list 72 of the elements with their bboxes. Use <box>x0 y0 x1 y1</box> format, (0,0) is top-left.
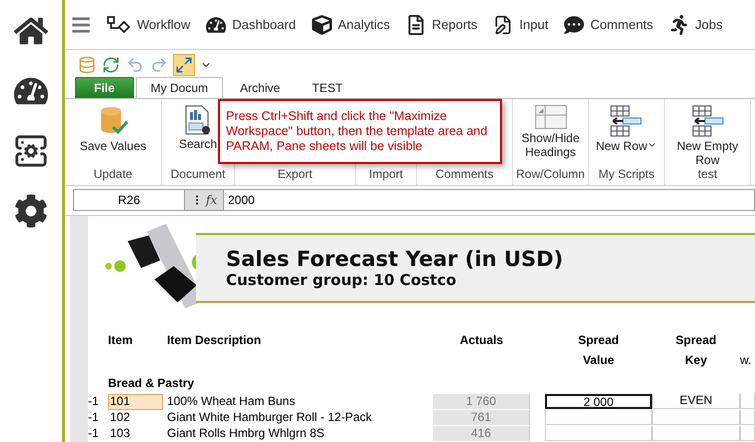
table-cell-text: Giant Rolls Hmbrg Whlgrn 8S <box>167 426 326 442</box>
cube-icon <box>312 14 332 35</box>
insert-row-icon <box>609 105 644 137</box>
maximize-icon[interactable] <box>173 54 195 76</box>
column-header: Spread <box>674 332 718 349</box>
file-button[interactable]: File <box>75 77 134 98</box>
column-header: Key <box>684 352 708 369</box>
input-cell[interactable] <box>545 410 652 425</box>
level-number: -1 <box>88 426 100 442</box>
tooltip: Press Ctrl+Shift and click the "Maximize Workspace" button, then the template area and PARAM, Pane sheets will be visible <box>218 99 502 164</box>
level-number: -1 <box>88 394 100 410</box>
table-cell: 761 <box>433 410 530 426</box>
group-label: Import <box>368 167 403 183</box>
group-label: Export <box>278 167 312 183</box>
nav-item[interactable]: Workflow <box>107 16 190 34</box>
group-label: Row/Column <box>516 167 585 183</box>
group-label: Document <box>170 167 226 183</box>
ribbon-button[interactable]: Save Values <box>78 105 148 153</box>
input-cell[interactable] <box>740 426 755 441</box>
ribbon-tab[interactable]: My Docum <box>136 77 224 98</box>
input-cell[interactable]: EVEN <box>652 394 740 409</box>
document-icon <box>406 14 426 35</box>
runner-icon <box>669 14 690 35</box>
ribbon-button[interactable]: New Empty Row <box>670 105 746 167</box>
ribbon-button[interactable]: New Row <box>594 105 660 153</box>
gauge-icon <box>206 14 226 35</box>
sheet-subtitle: Customer group: 10 Costco <box>226 271 458 289</box>
column-header: Item <box>108 332 134 349</box>
table-cell-text: 103 <box>109 426 132 442</box>
input-cell[interactable] <box>740 410 755 425</box>
ribbon-button[interactable]: Show/Hide Headings <box>513 105 588 159</box>
group-label: My Scripts <box>598 167 654 183</box>
sheet-headings-icon <box>534 105 566 129</box>
ribbon-tab[interactable]: Archive <box>225 77 296 98</box>
table-cell: 101 <box>108 394 163 410</box>
nav-item[interactable]: Reports <box>406 14 478 35</box>
section-label: Bread & Pastry <box>108 376 196 390</box>
menu-icon[interactable] <box>71 14 91 35</box>
nav-item[interactable]: Comments <box>564 14 654 35</box>
table-cell-text: 102 <box>109 410 132 426</box>
ribbon-button[interactable]: Search <box>176 105 220 151</box>
column-header: Spread <box>577 332 620 349</box>
workflow-icon <box>107 16 131 34</box>
formula-value: 2000 <box>227 193 255 207</box>
sheet-title: Sales Forecast Year (in USD) <box>226 247 564 271</box>
input-cell[interactable] <box>652 410 740 425</box>
table-cell-text: Giant White Hamburger Roll - 12-Pack <box>167 410 373 426</box>
column-header: Actuals <box>458 332 504 349</box>
refresh-icon[interactable] <box>101 54 121 75</box>
group-label: Update <box>94 167 132 183</box>
nav-item[interactable]: Input <box>493 14 548 35</box>
chat-icon <box>564 14 584 35</box>
input-cell[interactable] <box>740 394 755 409</box>
table-cell: 416 <box>433 426 530 442</box>
report-search-icon <box>184 105 212 135</box>
nav-item[interactable]: Dashboard <box>206 14 296 35</box>
input-cell[interactable] <box>652 426 740 441</box>
table-cell-text: 100% Wheat Ham Buns <box>167 394 296 410</box>
level-number: -1 <box>88 410 100 426</box>
column-header: Value <box>582 352 616 369</box>
group-label: Comments <box>435 167 494 183</box>
pen-document-icon <box>493 14 514 35</box>
group-label: test <box>698 167 718 183</box>
ribbon-tab[interactable]: TEST <box>297 77 358 98</box>
input-cell[interactable] <box>545 426 652 441</box>
nav-item[interactable]: Jobs <box>669 14 723 35</box>
insert-row-icon <box>690 105 724 137</box>
table-cell: 1 760 <box>433 394 530 410</box>
nav-item[interactable]: Analytics <box>312 14 390 35</box>
input-cell[interactable]: 2 000 <box>545 394 652 409</box>
column-header: w. <box>740 352 752 369</box>
column-header: Item Description <box>167 332 262 349</box>
